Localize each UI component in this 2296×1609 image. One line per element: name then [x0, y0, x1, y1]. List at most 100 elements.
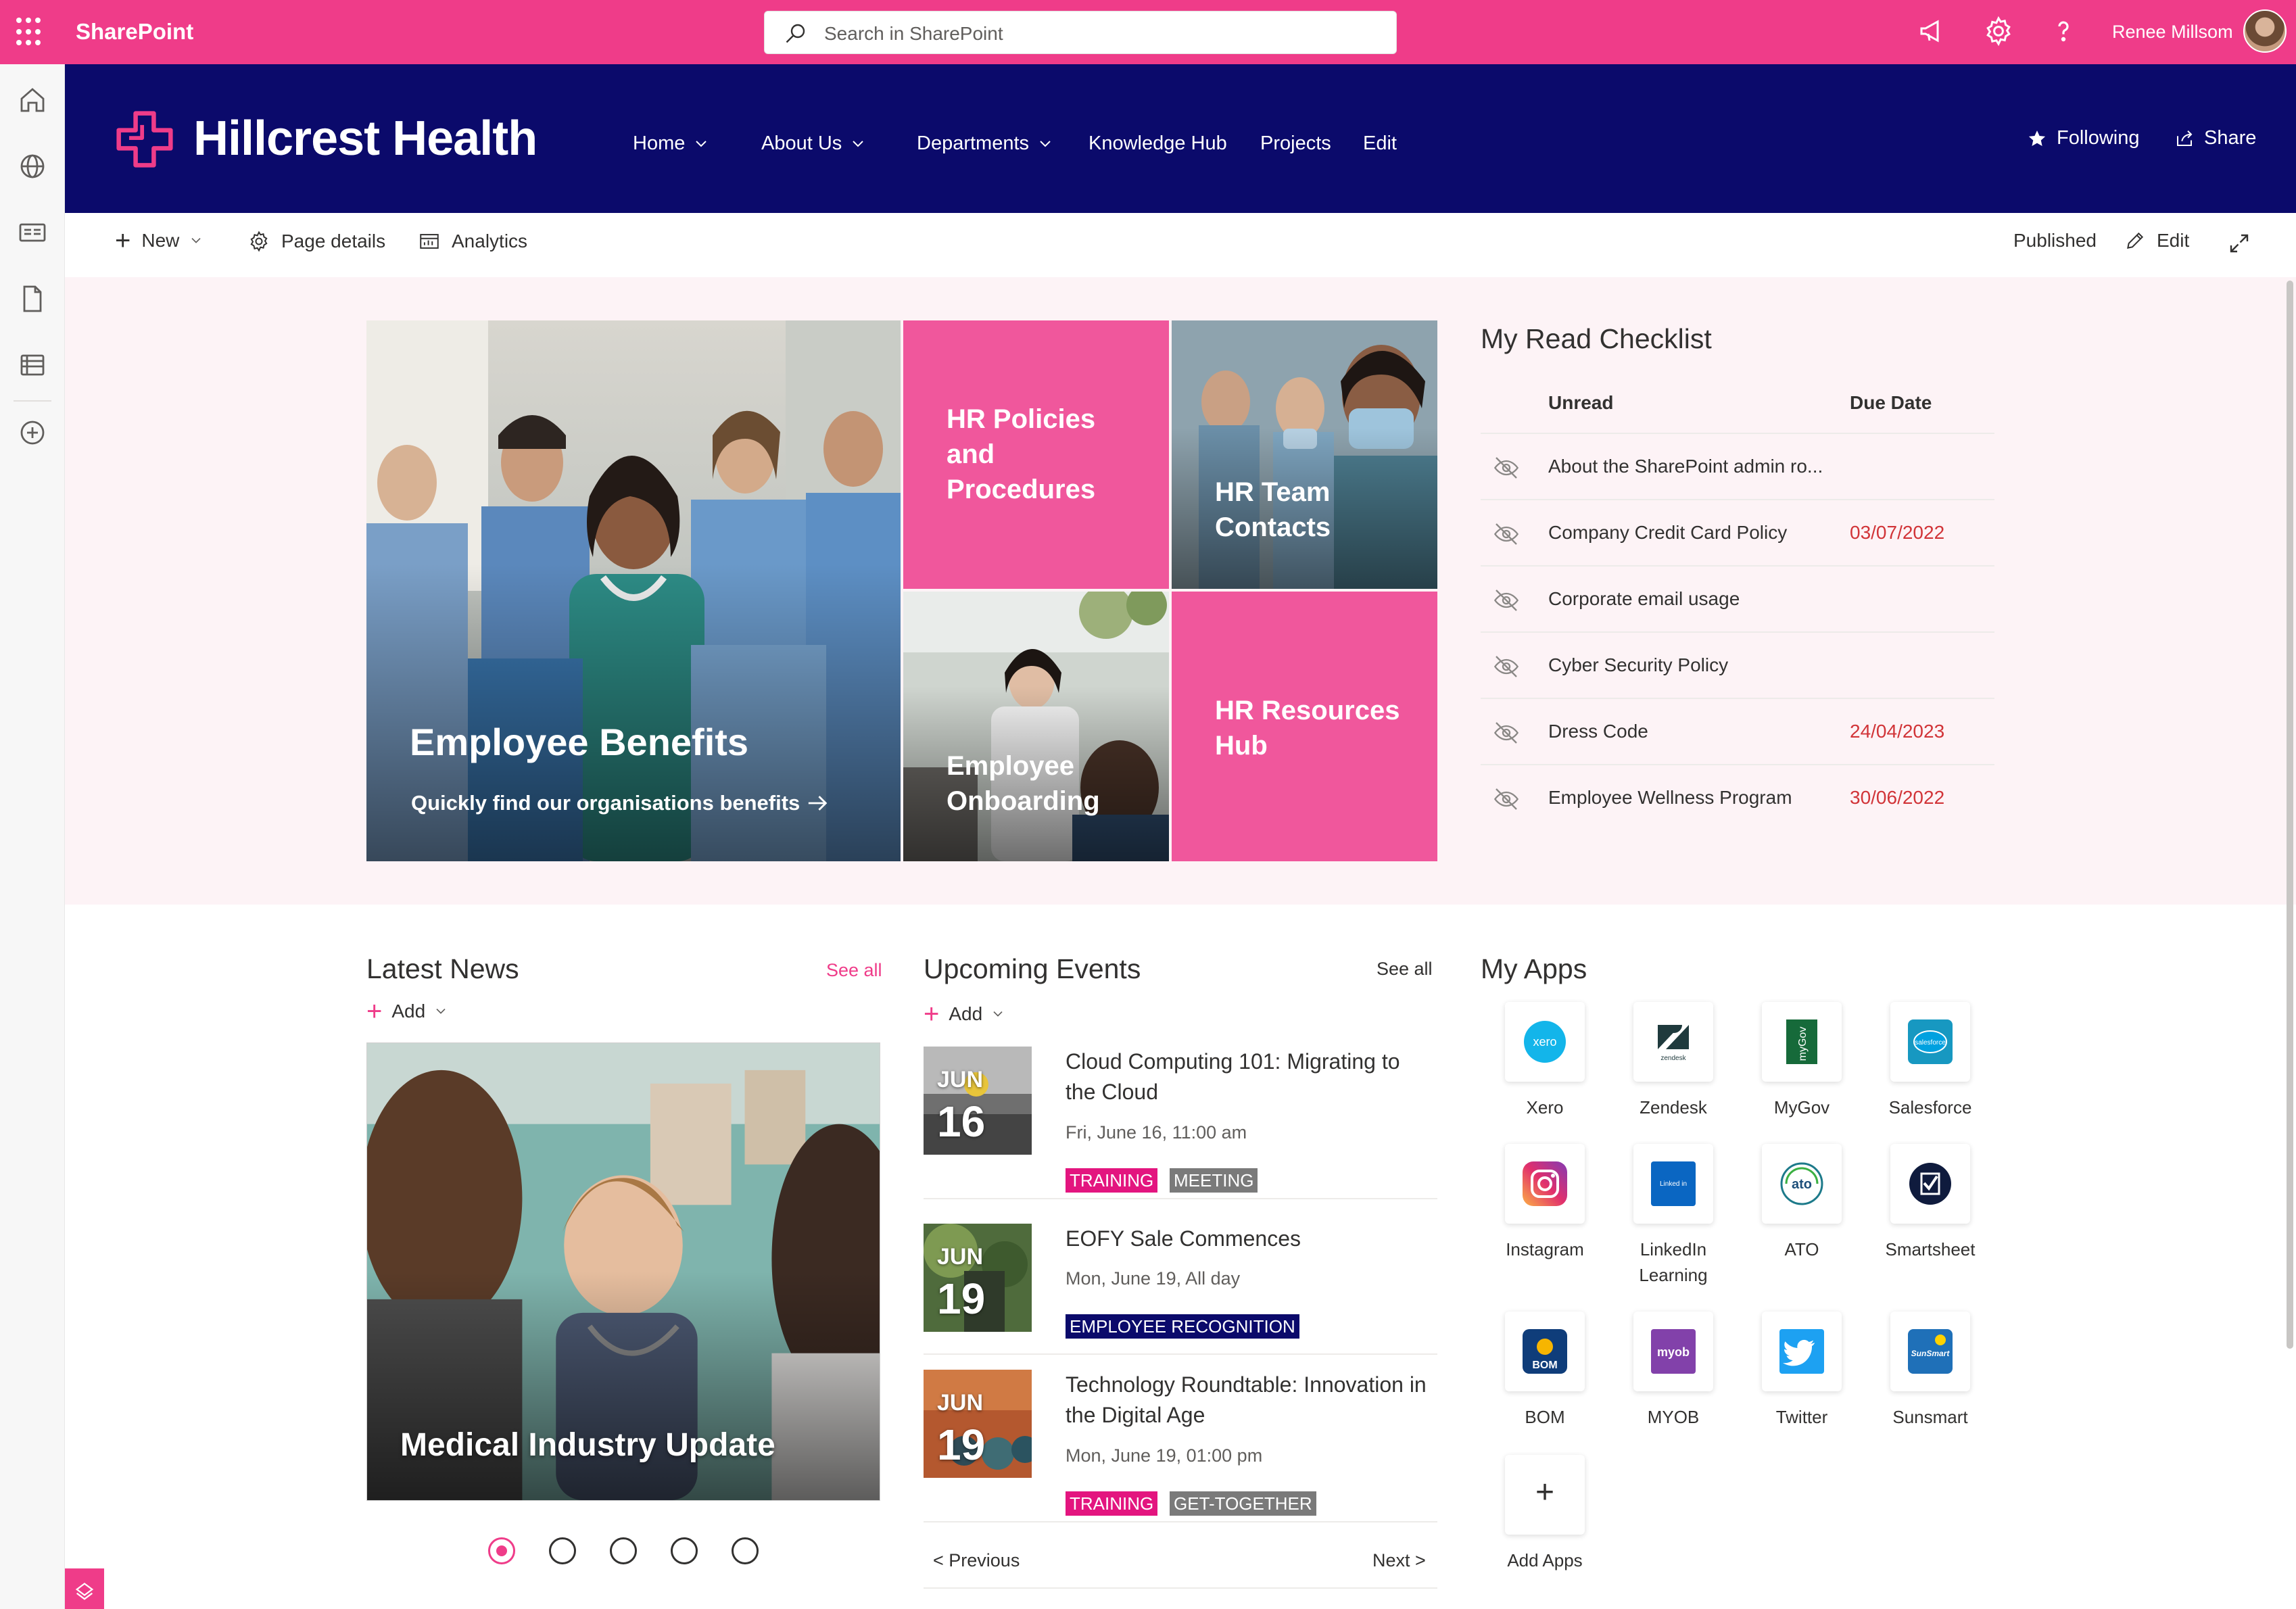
- checklist-row[interactable]: Company Credit Card Policy 03/07/2022: [1481, 499, 1994, 565]
- myob-icon: myob: [1633, 1312, 1713, 1391]
- events-see-all-link[interactable]: See all: [1377, 959, 1433, 980]
- megaphone-icon[interactable]: [1917, 15, 1950, 47]
- carousel-dot[interactable]: [549, 1537, 576, 1564]
- column-header-due-date[interactable]: Due Date: [1850, 392, 1932, 414]
- event-tag[interactable]: TRAINING: [1066, 1168, 1158, 1193]
- app-ato[interactable]: ato ATO: [1738, 1144, 1866, 1263]
- edit-page-button[interactable]: Edit: [2124, 230, 2189, 251]
- tile-hr-resources-hub[interactable]: HR Resources Hub: [1172, 592, 1437, 861]
- checklist-title: My Read Checklist: [1481, 323, 1712, 354]
- app-myob[interactable]: myob MYOB: [1609, 1312, 1738, 1431]
- list-icon[interactable]: [16, 349, 49, 381]
- app-zendesk[interactable]: zendesk Zendesk: [1609, 1002, 1738, 1121]
- page-scrollbar[interactable]: [2287, 281, 2293, 1349]
- app-xero[interactable]: xero Xero: [1481, 1002, 1609, 1121]
- staff-group-photo: [366, 320, 901, 861]
- hero-main-link[interactable]: Quickly find our organisations benefits: [411, 791, 830, 815]
- nav-departments[interactable]: Departments: [917, 133, 1052, 155]
- viva-connections-icon[interactable]: [65, 1568, 104, 1609]
- zendesk-icon: zendesk: [1633, 1002, 1713, 1082]
- events-add-button[interactable]: + Add: [924, 1001, 1004, 1028]
- chevron-down-icon: [1040, 140, 1051, 147]
- news-see-all-link[interactable]: See all: [826, 960, 882, 981]
- event-tag[interactable]: MEETING: [1170, 1168, 1258, 1193]
- document-icon[interactable]: [16, 283, 49, 315]
- hillcrest-logo-icon[interactable]: [114, 108, 176, 170]
- plus-icon: +: [1535, 1474, 1555, 1510]
- hero-employee-benefits[interactable]: Employee Benefits Quickly find our organ…: [366, 320, 901, 861]
- app-bom[interactable]: BOM BOM: [1481, 1312, 1609, 1431]
- following-button[interactable]: Following: [2027, 127, 2140, 149]
- new-button[interactable]: + New: [115, 227, 202, 254]
- user-name[interactable]: Renee Millsom: [2112, 22, 2233, 43]
- event-month: JUN: [937, 1067, 984, 1092]
- app-instagram[interactable]: Instagram: [1481, 1144, 1609, 1263]
- checklist-row[interactable]: Employee Wellness Program 30/06/2022: [1481, 764, 1994, 830]
- event-tag[interactable]: TRAINING: [1066, 1491, 1158, 1516]
- checklist-row[interactable]: About the SharePoint admin ro...: [1481, 433, 1994, 499]
- settings-gear-icon[interactable]: [1982, 15, 2015, 47]
- expand-icon[interactable]: [2227, 231, 2251, 256]
- app-label: LinkedIn Learning: [1639, 1239, 1708, 1285]
- help-icon[interactable]: [2047, 15, 2080, 47]
- event-tag[interactable]: EMPLOYEE RECOGNITION: [1066, 1314, 1299, 1339]
- app-launcher-icon[interactable]: [16, 18, 46, 47]
- globe-icon[interactable]: [16, 150, 49, 183]
- nav-knowledge-hub[interactable]: Knowledge Hub: [1089, 133, 1227, 155]
- add-apps-button[interactable]: + Add Apps: [1481, 1455, 1609, 1574]
- app-salesforce[interactable]: salesforce Salesforce: [1866, 1002, 1994, 1121]
- events-next-button[interactable]: Next >: [1372, 1550, 1426, 1571]
- app-smartsheet[interactable]: Smartsheet: [1866, 1144, 1994, 1263]
- page-details-button[interactable]: Page details: [247, 230, 385, 253]
- checklist-row[interactable]: Cyber Security Policy: [1481, 631, 1994, 698]
- carousel-dot[interactable]: [732, 1537, 759, 1564]
- home-icon[interactable]: [16, 84, 49, 116]
- carousel-dot[interactable]: [488, 1537, 515, 1564]
- column-header-unread[interactable]: Unread: [1548, 392, 1613, 414]
- user-avatar[interactable]: [2243, 9, 2287, 53]
- event-item[interactable]: JUN 16 Cloud Computing 101: Migrating to…: [924, 1047, 1437, 1199]
- chevron-down-icon: [191, 237, 201, 243]
- tile-employee-onboarding[interactable]: Employee Onboarding: [903, 592, 1169, 861]
- news-card-title[interactable]: Medical Industry Update: [400, 1426, 775, 1464]
- nav-home[interactable]: Home: [633, 133, 708, 155]
- ato-icon: ato: [1762, 1144, 1842, 1224]
- event-tag[interactable]: GET-TOGETHER: [1170, 1491, 1316, 1516]
- my-apps-title: My Apps: [1481, 953, 1587, 984]
- share-button[interactable]: Share: [2174, 127, 2256, 149]
- create-icon[interactable]: [16, 416, 49, 449]
- sharepoint-home-link[interactable]: SharePoint: [76, 19, 193, 45]
- app-twitter[interactable]: Twitter: [1738, 1312, 1866, 1431]
- checklist-row[interactable]: Corporate email usage: [1481, 565, 1994, 631]
- tile-hr-policies[interactable]: HR Policies and Procedures: [903, 320, 1169, 589]
- events-previous-button[interactable]: < Previous: [933, 1550, 1020, 1571]
- site-title[interactable]: Hillcrest Health: [193, 111, 537, 166]
- event-item[interactable]: JUN 19 EOFY Sale Commences Mon, June 19,…: [924, 1224, 1437, 1355]
- unread-eye-icon: [1493, 656, 1519, 677]
- search-input[interactable]: Search in SharePoint: [764, 11, 1397, 54]
- app-sunsmart[interactable]: SunSmart Sunsmart: [1866, 1312, 1994, 1431]
- app-label: MyGov: [1773, 1097, 1830, 1118]
- news-add-button[interactable]: + Add: [366, 998, 447, 1025]
- tile-hr-team-contacts[interactable]: HR Team Contacts: [1172, 320, 1437, 589]
- checklist-item-title: Dress Code: [1548, 721, 1648, 742]
- nav-edit[interactable]: Edit: [1363, 133, 1397, 155]
- nav-projects[interactable]: Projects: [1260, 133, 1331, 155]
- carousel-dot[interactable]: [671, 1537, 698, 1564]
- event-month: JUN: [937, 1390, 984, 1416]
- event-datetime: Mon, June 19, All day: [1066, 1268, 1241, 1289]
- checklist-row[interactable]: Dress Code 24/04/2023: [1481, 698, 1994, 764]
- chevron-down-icon: [853, 140, 864, 147]
- app-label: BOM: [1525, 1407, 1565, 1427]
- analytics-button[interactable]: Analytics: [418, 230, 527, 253]
- carousel-dot[interactable]: [610, 1537, 637, 1564]
- event-item[interactable]: JUN 19 Technology Roundtable: Innovation…: [924, 1370, 1437, 1522]
- instagram-icon: [1505, 1144, 1585, 1224]
- app-linkedin-learning[interactable]: Linked in LinkedIn Learning: [1609, 1144, 1738, 1288]
- news-icon[interactable]: [16, 216, 49, 249]
- nav-about-us[interactable]: About Us: [761, 133, 865, 155]
- news-add-label: Add: [391, 1001, 426, 1022]
- app-label: ATO: [1784, 1239, 1819, 1259]
- events-divider: [924, 1587, 1437, 1589]
- app-mygov[interactable]: myGov MyGov: [1738, 1002, 1866, 1121]
